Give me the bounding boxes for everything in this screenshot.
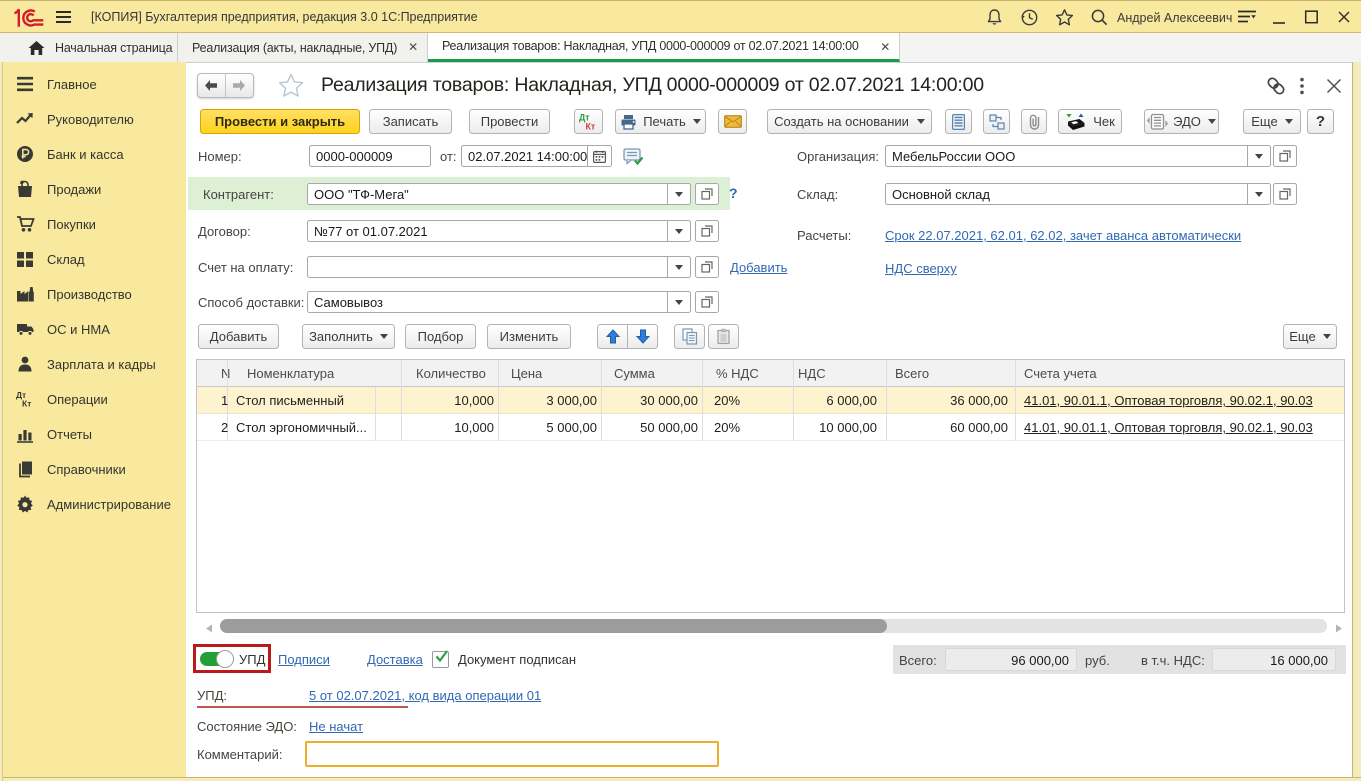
svg-text:Кт: Кт xyxy=(22,399,31,409)
svg-text:Кт: Кт xyxy=(586,122,596,132)
